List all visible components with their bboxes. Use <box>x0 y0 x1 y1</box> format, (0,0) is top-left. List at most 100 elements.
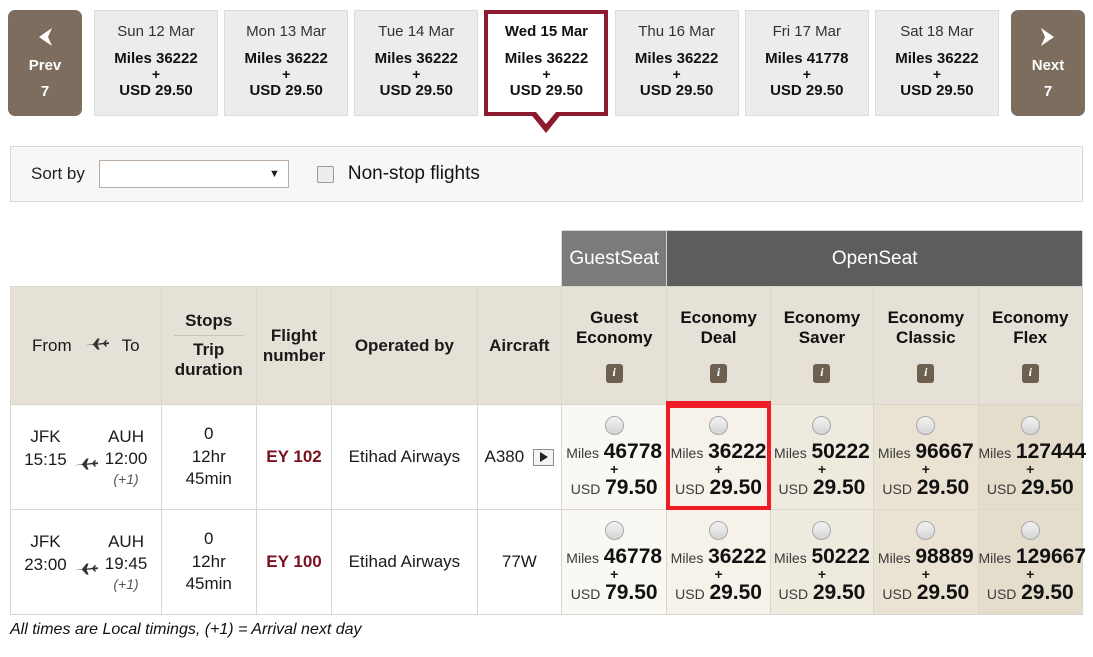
fare-radio-button[interactable] <box>1020 415 1040 435</box>
fare-radio-button[interactable] <box>1020 520 1040 540</box>
date-day-label: Sun 12 Mar <box>117 23 195 40</box>
stops-value: 0 <box>203 423 214 443</box>
fare-option-saver[interactable]: Miles 50222 + USD 29.50 <box>769 509 875 615</box>
date-miles: Miles 36222 <box>374 50 459 67</box>
destination: AUH 12:00 (+1) <box>105 426 148 488</box>
next-dates-button[interactable]: Next 7 <box>1011 10 1085 116</box>
fare-usd: USD 29.50 <box>986 581 1074 605</box>
fare-option-classic[interactable]: Miles 98889 + USD 29.50 <box>873 509 979 615</box>
fare-radio-button[interactable] <box>916 415 936 435</box>
date-plus-sign: + <box>672 66 681 82</box>
date-cell[interactable]: Sat 18 Mar Miles 36222 + USD 29.50 <box>874 10 999 116</box>
info-icon[interactable]: i <box>1021 363 1039 383</box>
column-header-from: From <box>31 335 72 355</box>
selected-date-pointer-inner <box>536 112 557 124</box>
date-day-label: Sat 18 Mar <box>900 23 974 40</box>
column-header-row: From To Stops Trip duration Flight numbe… <box>10 286 1084 406</box>
origin: JFK 15:15 <box>24 426 67 487</box>
next-day-indicator: (+1) <box>113 471 139 487</box>
fare-option-flex[interactable]: Miles 127444 + USD 29.50 <box>977 404 1086 510</box>
sort-by-select[interactable]: ▼ <box>98 160 289 188</box>
fare-name: Guest Economy <box>575 308 653 347</box>
fare-miles: Miles 46778 <box>566 439 663 463</box>
fare-option-guest[interactable]: Miles 46778 + USD 79.50 <box>561 509 668 615</box>
fare-option-deal[interactable]: Miles 36222 + USD 29.50 <box>666 404 772 511</box>
fare-option-guest[interactable]: Miles 46778 + USD 79.50 <box>561 404 668 510</box>
destination: AUH 19:45 (+1) <box>105 531 148 593</box>
cell-aircraft: 77W <box>476 509 563 615</box>
info-icon[interactable]: i <box>813 363 831 383</box>
date-miles: Miles 36222 <box>634 50 719 67</box>
date-miles: Miles 36222 <box>504 50 589 67</box>
fare-plus-sign: + <box>817 565 827 582</box>
column-header-flight-number: Flight number <box>255 286 333 405</box>
date-usd: USD 29.50 <box>509 81 584 99</box>
next-count: 7 <box>1043 83 1053 100</box>
fare-usd: USD 29.50 <box>778 581 866 605</box>
fare-option-saver[interactable]: Miles 50222 + USD 29.50 <box>769 404 875 510</box>
date-cell-selected[interactable]: Wed 15 Mar Miles 36222 + USD 29.50 <box>484 10 609 133</box>
play-video-icon[interactable] <box>533 448 555 466</box>
fare-radio-button[interactable] <box>916 520 936 540</box>
table-row: JFK 23:00 AUH 19:45 (+1) 0 12hr 45min EY 100 Etih… <box>10 509 1086 615</box>
fare-option-classic[interactable]: Miles 96667 + USD 29.50 <box>873 404 979 510</box>
fare-miles: Miles 36222 <box>670 544 767 568</box>
date-selector-strip: Prev 7 Sun 12 Mar Miles 36222 + USD 29.50 Mo… <box>0 0 1093 140</box>
prev-label: Prev <box>28 57 62 74</box>
prev-dates-button[interactable]: Prev 7 <box>8 10 82 116</box>
fare-miles: Miles 127444 <box>978 439 1086 463</box>
cell-flight-number: EY 102 <box>255 404 333 510</box>
airplane-icon <box>73 437 99 477</box>
header-divider <box>173 335 244 337</box>
date-usd: USD 29.50 <box>119 81 193 99</box>
fare-miles: Miles 96667 <box>877 439 974 463</box>
sort-by-label: Sort by <box>31 164 85 183</box>
fare-usd: USD 79.50 <box>570 476 658 500</box>
date-cell[interactable]: Thu 16 Mar Miles 36222 + USD 29.50 <box>614 10 739 116</box>
non-stop-flights-checkbox[interactable] <box>316 165 334 183</box>
date-plus-sign: + <box>151 66 161 82</box>
origin-time: 23:00 <box>24 554 67 574</box>
fare-radio-button[interactable] <box>709 415 729 435</box>
fare-plus-sign: + <box>817 460 827 477</box>
info-icon[interactable]: i <box>917 363 935 383</box>
fare-radio-button[interactable] <box>709 520 729 540</box>
fare-plus-sign: + <box>714 460 723 477</box>
aircraft-value: A380 <box>484 447 525 466</box>
fare-radio-button[interactable] <box>812 520 832 540</box>
destination-code: AUH <box>108 531 144 551</box>
info-icon[interactable]: i <box>710 363 728 383</box>
fare-usd: USD 29.50 <box>882 581 970 605</box>
column-header-aircraft: Aircraft <box>476 286 563 405</box>
cell-aircraft: A380 <box>476 404 563 510</box>
duration-hours: 12hr <box>191 446 226 466</box>
flight-results-table: GuestSeat OpenSeat From To Stops Trip du… <box>10 230 1086 615</box>
flight-number-value: EY 100 <box>266 552 322 571</box>
info-icon[interactable]: i <box>605 363 623 383</box>
fare-option-deal[interactable]: Miles 36222 + USD 29.50 <box>666 509 771 615</box>
airplane-icon <box>84 336 110 356</box>
date-cell[interactable]: Tue 14 Mar Miles 36222 + USD 29.50 <box>354 10 479 116</box>
non-stop-flights-label[interactable]: Non-stop flights <box>348 163 480 185</box>
cell-route: JFK 15:15 AUH 12:00 (+1) <box>10 404 162 510</box>
fare-radio-button[interactable] <box>812 415 832 435</box>
band-spacer <box>10 230 562 287</box>
fare-option-flex[interactable]: Miles 129667 + USD 29.50 <box>977 509 1086 615</box>
fare-plus-sign: + <box>610 460 619 477</box>
destination-time: 19:45 <box>104 553 148 573</box>
fare-usd: USD 79.50 <box>570 581 658 605</box>
fare-radio-button[interactable] <box>604 415 624 435</box>
origin-code: JFK <box>30 532 61 552</box>
fare-usd: USD 29.50 <box>778 476 866 500</box>
date-cell[interactable]: Sun 12 Mar Miles 36222 + USD 29.50 <box>94 10 218 116</box>
date-cell[interactable]: Mon 13 Mar Miles 36222 + USD 29.50 <box>224 10 349 116</box>
date-miles: Miles 36222 <box>895 50 979 67</box>
fare-radio-button[interactable] <box>604 520 624 540</box>
date-cell[interactable]: Fri 17 Mar Miles 41778 + USD 29.50 <box>744 10 869 116</box>
date-plus-sign: + <box>802 66 811 82</box>
date-miles: Miles 41778 <box>765 50 849 67</box>
table-row: JFK 15:15 AUH 12:00 (+1) 0 12hr 45min EY 102 Etih… <box>10 404 1086 511</box>
fare-miles: Miles 46778 <box>566 544 663 568</box>
column-header-fare-flex: Economy Flex i <box>977 286 1084 405</box>
date-day-label: Wed 15 Mar <box>504 23 589 40</box>
